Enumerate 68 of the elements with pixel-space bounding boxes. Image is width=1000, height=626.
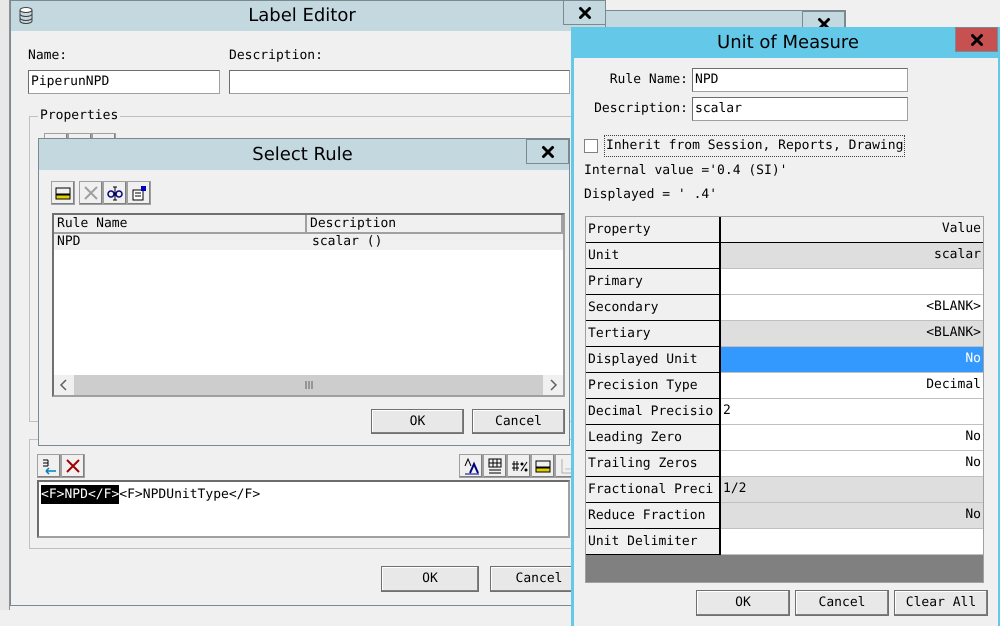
ruler-icon[interactable] [51, 181, 75, 205]
properties-icon[interactable] [127, 181, 151, 205]
property-value-cell[interactable]: <BLANK> [721, 320, 983, 346]
database-icon [17, 6, 35, 26]
table-icon[interactable] [483, 454, 507, 478]
property-name-cell: Unit [586, 242, 721, 268]
column-header: Value [721, 216, 983, 242]
column-header[interactable]: Rule Name [54, 215, 307, 232]
table-cell-text: NPD [56, 234, 82, 250]
close-button[interactable] [563, 0, 606, 25]
window-title: Select Rule [252, 143, 353, 167]
property-name-cell: Fractional Preci [586, 476, 721, 502]
description-field[interactable]: scalar [692, 97, 908, 121]
name-field[interactable]: PiperunNPD [28, 70, 220, 94]
delete-icon[interactable] [61, 454, 85, 478]
ruler-icon[interactable] [531, 454, 555, 478]
text-cursor-icon[interactable] [103, 181, 127, 205]
property-value-cell[interactable]: No [721, 502, 983, 528]
property-value-cell[interactable] [721, 268, 983, 294]
property-name-cell: Reduce Fraction [586, 502, 721, 528]
property-value-cell[interactable]: No [721, 450, 983, 476]
number-format-icon[interactable] [507, 454, 531, 478]
table-cell-text: scalar () [311, 234, 384, 250]
property-name-cell: Decimal Precisio [586, 398, 721, 424]
field-label: Rule Name: [608, 71, 688, 90]
horizontal-scrollbar[interactable] [54, 375, 563, 395]
displayed-value-text: Displayed = ' .4' [584, 186, 718, 204]
insert-field-icon[interactable] [37, 454, 61, 478]
group-label: Properties [38, 108, 120, 124]
property-name-cell: Leading Zero [586, 424, 721, 450]
dialog-button[interactable]: Cancel [795, 590, 889, 616]
property-value-cell[interactable]: <BLANK> [721, 294, 983, 320]
property-name-cell: Displayed Unit [586, 346, 721, 372]
property-value-cell[interactable]: Decimal [721, 372, 983, 398]
dialog-button[interactable]: OK [381, 566, 479, 592]
font-icon[interactable] [459, 454, 483, 478]
checkbox-label[interactable]: Inherit from Session, Reports, Drawing [604, 135, 906, 156]
description-field[interactable] [229, 70, 570, 94]
dialog-button[interactable]: OK [696, 590, 790, 616]
grip-icon [304, 380, 314, 390]
property-value-cell[interactable]: 1/2 [721, 476, 983, 502]
property-name-cell: Secondary [586, 294, 721, 320]
property-name-cell: Precision Type [586, 372, 721, 398]
field-label: Description: [229, 47, 324, 65]
dialog-button[interactable]: Cancel [472, 409, 565, 434]
property-name-cell: Primary [586, 268, 721, 294]
format-text-field[interactable]: <F>NPD</F><F>NPDUnitType</F> [37, 480, 570, 538]
property-name-cell: Unit Delimiter [586, 528, 721, 554]
property-value-cell[interactable]: scalar [721, 242, 983, 268]
property-name-cell: Tertiary [586, 320, 721, 346]
close-button[interactable] [955, 27, 998, 52]
property-value-cell[interactable] [721, 528, 983, 554]
rule-name-field[interactable]: NPD [692, 68, 908, 92]
dialog-button[interactable]: OK [371, 409, 464, 434]
column-header: Property [586, 216, 721, 242]
dialog-button[interactable]: Clear All [894, 590, 988, 616]
property-name-cell: Trailing Zeros [586, 450, 721, 476]
field-label: Name: [28, 47, 68, 65]
checkbox[interactable] [584, 138, 598, 153]
rule-row[interactable]: NPD scalar () [54, 234, 563, 250]
close-button[interactable] [526, 139, 569, 164]
property-value-cell[interactable]: No [721, 424, 983, 450]
field-label: Description: [593, 100, 688, 118]
property-value-cell[interactable]: 2 [721, 398, 983, 424]
window-title: Unit of Measure [717, 31, 859, 55]
internal-value-text: Internal value ='0.4 (SI)' [584, 162, 788, 180]
window-title: Label Editor [248, 4, 356, 28]
column-header[interactable]: Description [307, 215, 563, 232]
